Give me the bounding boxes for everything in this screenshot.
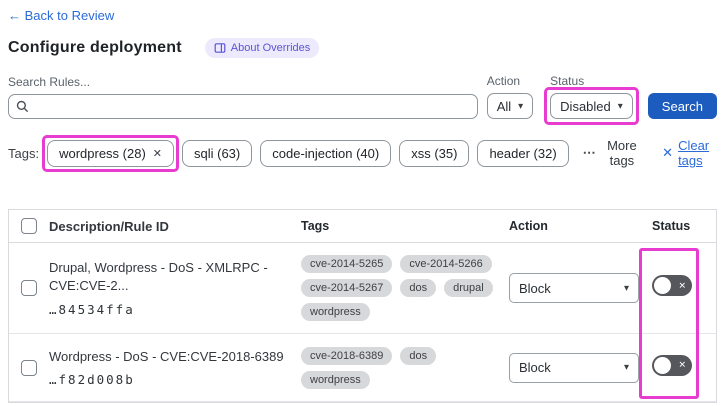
rule-description: Wordpress - DoS - CVE:CVE-2018-6389 xyxy=(49,348,284,364)
tags-label: Tags: xyxy=(8,145,40,161)
about-overrides-badge[interactable]: About Overrides xyxy=(204,38,320,58)
clear-tags-link[interactable]: ✕ Clear tags xyxy=(662,138,717,168)
rule-tag: cve-2014-5265 xyxy=(301,255,393,273)
chevron-down-icon: ▾ xyxy=(623,362,629,373)
tag-pill-label: sqli (63) xyxy=(194,145,241,161)
search-icon xyxy=(16,100,29,113)
chevron-down-icon: ▾ xyxy=(623,282,629,294)
table-row: Drupal, Wordpress - DoS - XMLRPC - CVE:C… xyxy=(9,243,716,334)
rules-table: Description/Rule ID Tags Action Status D… xyxy=(8,209,717,403)
tag-pill-wordpress[interactable]: wordpress (28) ✕ xyxy=(47,139,174,167)
clear-icon: ✕ xyxy=(662,145,674,160)
selected-tag-highlight: wordpress (28) ✕ xyxy=(42,134,179,172)
more-tags-button[interactable]: ⋯ More tags xyxy=(583,138,641,168)
about-overrides-label: About Overrides xyxy=(230,42,311,54)
action-label: Action xyxy=(486,74,521,88)
rule-tag: cve-2014-5266 xyxy=(400,255,492,273)
header-description: Description/Rule ID xyxy=(49,218,169,234)
book-icon xyxy=(214,43,226,53)
filter-row: Search Rules... Action All ▾ Status Disa… xyxy=(8,74,717,125)
toggle-x-icon: ✕ xyxy=(678,359,686,370)
clear-tags-label: Clear tags xyxy=(678,138,710,168)
rule-tag: cve-2018-6389 xyxy=(301,346,393,365)
rule-tag: wordpress xyxy=(301,370,370,389)
search-button[interactable]: Search xyxy=(647,93,717,119)
rule-id: …84534ffa xyxy=(49,301,135,317)
action-dropdown-value: Block xyxy=(519,360,551,375)
tag-pill-label: wordpress (28) xyxy=(59,145,146,161)
action-dropdown[interactable]: Block ▾ xyxy=(509,352,639,383)
chevron-down-icon: ▾ xyxy=(617,100,623,112)
toggle-x-icon: ✕ xyxy=(678,280,686,290)
header-status: Status xyxy=(652,219,691,233)
status-select[interactable]: Disabled ▾ xyxy=(550,93,633,119)
tag-pill-header[interactable]: header (32) xyxy=(477,139,569,167)
toggle-knob xyxy=(654,277,671,294)
page-title: Configure deployment xyxy=(8,39,182,56)
tag-pill-label: xss (35) xyxy=(411,145,458,161)
row-checkbox[interactable] xyxy=(21,359,37,376)
rule-tag: wordpress xyxy=(301,303,370,321)
rule-tag: drupal xyxy=(444,279,493,297)
table-row: Wordpress - DoS - CVE:CVE-2018-6389 …f82… xyxy=(9,334,716,402)
rule-description: Drupal, Wordpress - DoS - XMLRPC - CVE:C… xyxy=(49,260,268,293)
status-select-value: Disabled xyxy=(560,98,611,114)
title-row: Configure deployment About Overrides xyxy=(8,38,717,58)
header-action: Action xyxy=(509,219,548,233)
row-checkbox[interactable] xyxy=(21,280,37,296)
tag-pill-sqli[interactable]: sqli (63) xyxy=(182,139,253,167)
ellipsis-icon: ⋯ xyxy=(582,145,597,160)
rule-tag: dos xyxy=(400,279,437,297)
tag-pill-code-injection[interactable]: code-injection (40) xyxy=(260,139,392,167)
status-toggle-off[interactable]: ✕ xyxy=(652,354,692,376)
rule-tag: dos xyxy=(400,346,437,365)
tags-bar: Tags: wordpress (28) ✕ sqli (63) code-in… xyxy=(8,134,717,172)
remove-tag-icon[interactable]: ✕ xyxy=(153,147,162,160)
header-tags: Tags xyxy=(301,219,330,233)
status-label: Status xyxy=(550,74,585,88)
tag-pill-label: header (32) xyxy=(489,145,557,161)
back-to-review-link[interactable]: ← Back to Review xyxy=(8,8,114,23)
chevron-down-icon: ▾ xyxy=(518,100,524,112)
select-all-checkbox[interactable] xyxy=(21,218,37,234)
table-header-row: Description/Rule ID Tags Action Status xyxy=(9,210,716,243)
tag-pill-xss[interactable]: xss (35) xyxy=(399,139,470,167)
search-rules-label: Search Rules... xyxy=(8,75,91,89)
search-box xyxy=(8,94,478,119)
status-toggle-off[interactable]: ✕ xyxy=(652,275,692,296)
tag-pill-label: code-injection (40) xyxy=(272,145,380,161)
rule-tag: cve-2014-5267 xyxy=(301,279,393,297)
rule-tags: cve-2018-6389 dos wordpress xyxy=(301,346,501,389)
rule-tags: cve-2014-5265 cve-2014-5266 cve-2014-526… xyxy=(301,255,501,321)
toggle-knob xyxy=(654,356,671,374)
more-tags-label: More tags xyxy=(607,138,637,168)
action-select[interactable]: All ▾ xyxy=(486,93,534,119)
configure-deployment-page: ← Back to Review Configure deployment Ab… xyxy=(0,0,725,406)
search-rules-input[interactable] xyxy=(35,99,470,114)
status-select-highlight: Disabled ▾ xyxy=(544,87,639,125)
action-dropdown-value: Block xyxy=(519,280,551,296)
action-dropdown[interactable]: Block ▾ xyxy=(509,273,639,303)
action-select-value: All xyxy=(496,98,512,114)
rule-id: …f82d008b xyxy=(49,372,135,388)
